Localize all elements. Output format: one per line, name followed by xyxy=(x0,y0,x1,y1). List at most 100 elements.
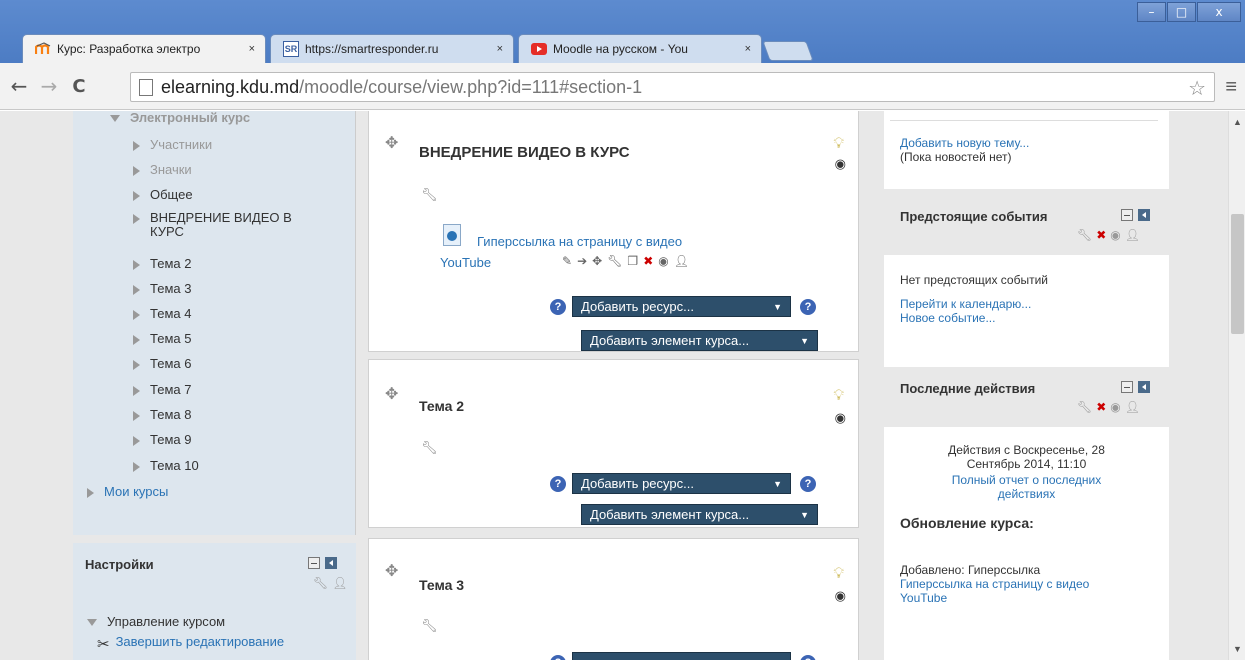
collapse-block-icon[interactable] xyxy=(308,557,320,569)
tab-youtube[interactable]: Moodle на русском - You × xyxy=(518,34,762,63)
edit-settings-icon[interactable]: 🔧︎ xyxy=(607,254,627,268)
dock-block-icon[interactable] xyxy=(1138,209,1150,221)
nav-item-topic-3[interactable]: Тема 3 xyxy=(133,282,191,296)
help-icon[interactable]: ? xyxy=(550,476,566,492)
nav-item-topic-5[interactable]: Тема 5 xyxy=(133,332,191,346)
hide-eye-icon[interactable]: ◉ xyxy=(1110,228,1124,242)
edit-summary-wrench-icon[interactable]: 🔧︎ xyxy=(421,619,438,634)
assign-roles-icon[interactable]: 👤︎ xyxy=(332,576,351,590)
move-icon[interactable]: ✥ xyxy=(385,561,398,580)
tab-smartresponder[interactable]: SR https://smartresponder.ru × xyxy=(270,34,514,63)
go-to-calendar-link[interactable]: Перейти к календарю... xyxy=(900,297,1031,311)
nav-item-topic-6[interactable]: Тема 6 xyxy=(133,357,191,371)
no-events-text: Нет предстоящих событий xyxy=(900,273,1049,287)
hide-eye-icon[interactable]: ◉ xyxy=(658,254,673,268)
help-icon[interactable]: ? xyxy=(550,655,566,660)
delete-icon[interactable]: ✖ xyxy=(643,254,658,268)
visibility-eye-icon[interactable]: ◉ xyxy=(835,589,846,604)
new-event-link[interactable]: Новое событие... xyxy=(900,311,995,325)
configure-wrench-icon[interactable]: 🔧︎ xyxy=(1077,400,1096,414)
visibility-eye-icon[interactable]: ◉ xyxy=(835,157,846,172)
finish-editing-link[interactable]: ✂︎ Завершить редактирование xyxy=(97,635,284,654)
nav-item-topic-10[interactable]: Тема 10 xyxy=(133,459,199,473)
tab-close-icon[interactable]: × xyxy=(745,43,751,55)
visibility-eye-icon[interactable]: ◉ xyxy=(835,411,846,426)
nav-item-topic-9[interactable]: Тема 9 xyxy=(133,433,191,447)
browser-menu-icon[interactable]: ≡ xyxy=(1225,76,1237,99)
resource-link-line2[interactable]: YouTube xyxy=(440,255,491,270)
resource-link[interactable]: Гиперссылка на страницу с видео xyxy=(477,234,682,249)
lightbulb-icon[interactable]: 💡︎ xyxy=(833,386,844,404)
moodle-favicon-icon xyxy=(35,41,51,57)
forward-arrow-icon[interactable]: → xyxy=(38,74,60,98)
back-arrow-icon[interactable]: ← xyxy=(8,74,30,98)
add-activity-select[interactable]: Добавить элемент курса... ▼ xyxy=(581,330,818,351)
added-resource-link[interactable]: Гиперссылка на страницу с видео xyxy=(900,577,1089,591)
collapsed-triangle-icon xyxy=(133,191,140,201)
assign-roles-icon[interactable]: 👤︎ xyxy=(674,254,694,268)
nav-course-root[interactable]: Электронный курс xyxy=(110,111,250,125)
dock-block-icon[interactable] xyxy=(325,557,337,569)
nav-item-section-1[interactable]: ВНЕДРЕНИЕ ВИДЕО В КУРС xyxy=(133,211,323,239)
add-resource-select[interactable]: ▼ xyxy=(572,652,791,660)
tab-close-icon[interactable]: × xyxy=(497,43,503,55)
help-icon[interactable]: ? xyxy=(800,476,816,492)
scroll-down-icon[interactable]: ▼ xyxy=(1233,644,1242,654)
configure-wrench-icon[interactable]: 🔧︎ xyxy=(1077,228,1096,242)
block-edit-icons: 🔧︎👤︎ xyxy=(313,576,351,590)
duplicate-icon[interactable]: ❐ xyxy=(627,254,643,268)
tab-close-icon[interactable]: × xyxy=(249,43,255,55)
hide-eye-icon[interactable]: ◉ xyxy=(1110,400,1124,414)
maximize-button[interactable]: □ xyxy=(1167,2,1196,22)
scrollbar-thumb[interactable] xyxy=(1231,214,1244,334)
tab-moodle-course[interactable]: Курс: Разработка электро × xyxy=(22,34,266,63)
minimize-button[interactable]: – xyxy=(1137,2,1166,22)
nav-item-topic-4[interactable]: Тема 4 xyxy=(133,307,191,321)
youtube-favicon-icon xyxy=(531,41,547,57)
assign-roles-icon[interactable]: 👤︎ xyxy=(1125,400,1144,414)
add-topic-link[interactable]: Добавить новую тему... xyxy=(900,136,1029,150)
move-icon[interactable]: ✥ xyxy=(385,133,398,152)
new-tab-button[interactable] xyxy=(762,41,814,61)
scroll-up-icon[interactable]: ▲ xyxy=(1233,117,1242,127)
configure-wrench-icon[interactable]: 🔧︎ xyxy=(313,576,332,590)
assign-roles-icon[interactable]: 👤︎ xyxy=(1125,228,1144,242)
add-resource-select[interactable]: Добавить ресурс... ▼ xyxy=(572,296,791,317)
page-scrollbar[interactable]: ▲ ▼ xyxy=(1228,111,1245,660)
move-icon[interactable]: ✥ xyxy=(385,384,398,403)
add-activity-select[interactable]: Добавить элемент курса... ▼ xyxy=(581,504,818,525)
nav-item-topic-7[interactable]: Тема 7 xyxy=(133,383,191,397)
move-right-icon[interactable]: ➔ xyxy=(577,254,592,268)
nav-item-topic-2[interactable]: Тема 2 xyxy=(133,257,191,271)
delete-icon[interactable]: ✖ xyxy=(1096,228,1110,242)
nav-course-admin[interactable]: Управление курсом xyxy=(87,615,225,629)
edit-summary-wrench-icon[interactable]: 🔧︎ xyxy=(421,188,438,203)
collapse-block-icon[interactable] xyxy=(1121,381,1133,393)
help-icon[interactable]: ? xyxy=(800,655,816,660)
added-resource-link-line2[interactable]: YouTube xyxy=(900,591,947,605)
bookmark-star-icon[interactable]: ☆ xyxy=(1188,76,1206,101)
nav-item-general[interactable]: Общее xyxy=(133,188,193,202)
move-icon[interactable]: ✥ xyxy=(592,254,607,268)
add-resource-select[interactable]: Добавить ресурс... ▼ xyxy=(572,473,791,494)
delete-icon[interactable]: ✖ xyxy=(1096,400,1110,414)
nav-my-courses[interactable]: Мои курсы xyxy=(87,485,168,499)
close-window-button[interactable]: x xyxy=(1197,2,1241,22)
dock-block-icon[interactable] xyxy=(1138,381,1150,393)
nav-item-topic-8[interactable]: Тема 8 xyxy=(133,408,191,422)
full-report-link-line2[interactable]: действиях xyxy=(884,487,1169,501)
block-controls xyxy=(1121,381,1150,393)
help-icon[interactable]: ? xyxy=(800,299,816,315)
collapse-block-icon[interactable] xyxy=(1121,209,1133,221)
nav-item-badges[interactable]: Значки xyxy=(133,163,192,177)
edit-title-icon[interactable]: ✎ xyxy=(562,254,577,268)
lightbulb-icon[interactable]: 💡︎ xyxy=(833,134,844,152)
address-bar[interactable]: elearning.kdu.md/moodle/course/view.php?… xyxy=(130,72,1215,102)
lightbulb-icon[interactable]: 💡︎ xyxy=(833,564,844,582)
help-icon[interactable]: ? xyxy=(550,299,566,315)
reload-icon[interactable]: C xyxy=(68,76,90,97)
edit-summary-wrench-icon[interactable]: 🔧︎ xyxy=(421,441,438,456)
added-text: Добавлено: Гиперссылка xyxy=(900,563,1041,577)
nav-item-participants[interactable]: Участники xyxy=(133,138,212,152)
full-report-link[interactable]: Полный отчет о последних xyxy=(884,473,1169,487)
